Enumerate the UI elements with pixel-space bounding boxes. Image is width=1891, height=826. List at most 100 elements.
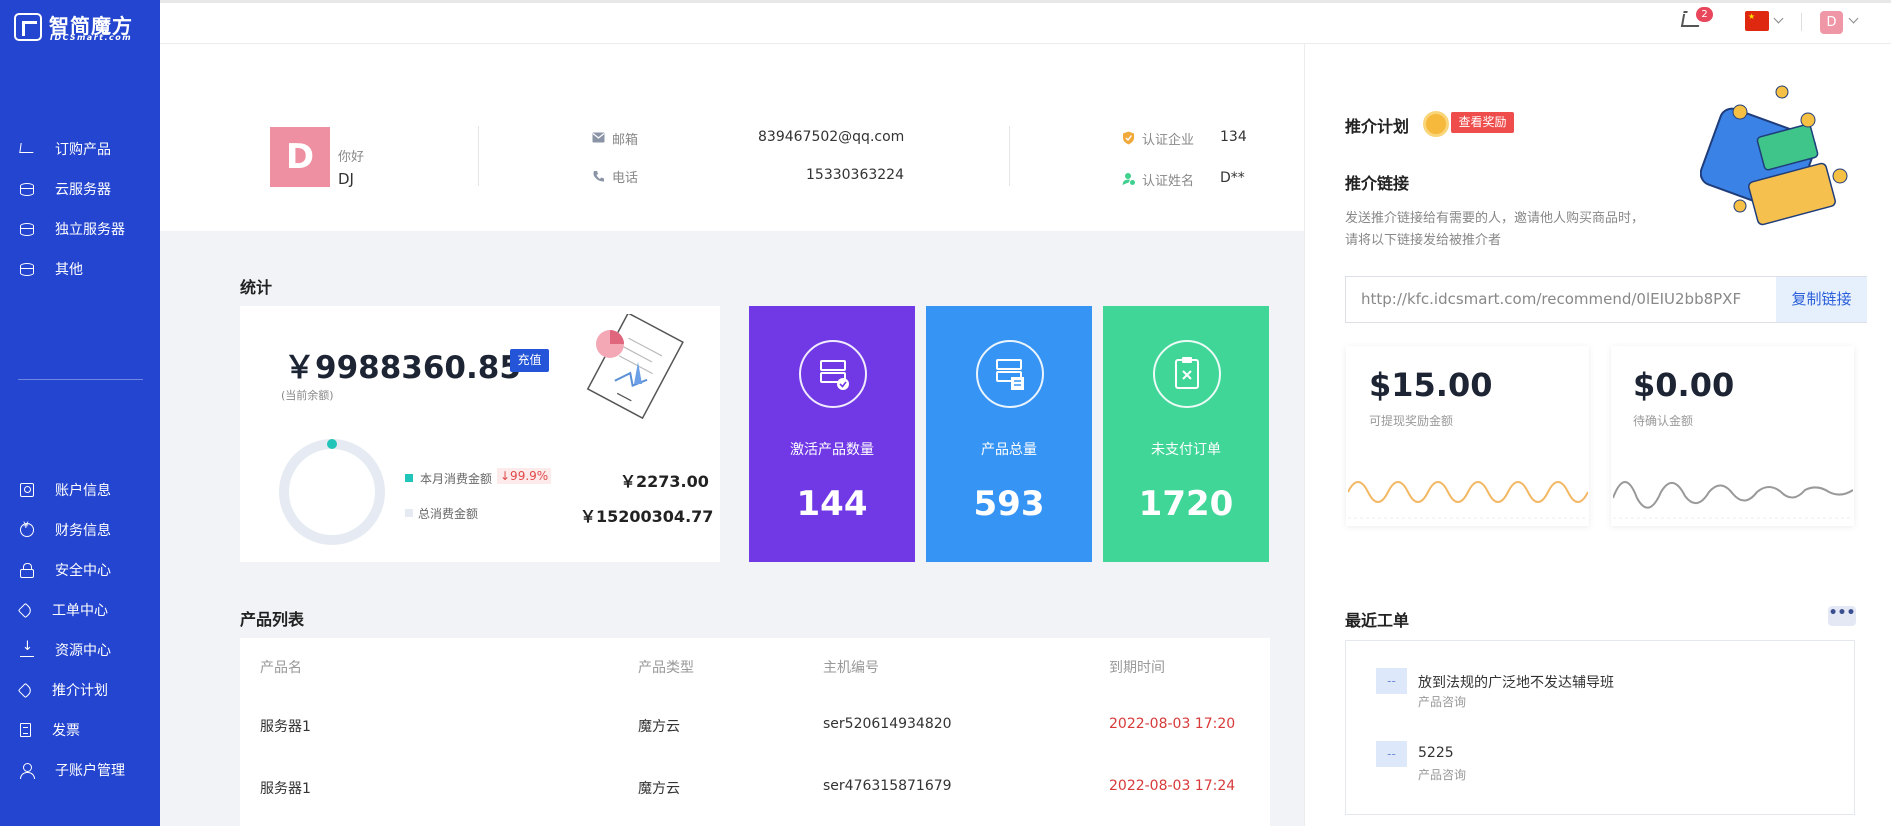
company-label: 认证企业 xyxy=(1142,133,1195,148)
sidebar-item-label: 其他 xyxy=(55,262,83,278)
sidebar-item-label: 账户信息 xyxy=(55,483,111,499)
ticket-status-badge: -- xyxy=(1376,668,1407,694)
referral-title: 推介计划 xyxy=(1345,117,1410,136)
table-cell: ser520614934820 xyxy=(823,716,952,732)
lock-icon xyxy=(20,562,34,578)
month-consumption-label: 本月消费金额 xyxy=(420,472,493,486)
sidebar-item-label: 推介计划 xyxy=(52,683,108,699)
sidebar-item-security[interactable]: 安全中心 xyxy=(0,555,160,585)
sidebar: 智简魔方 IDCSmart.com 订购产品 云服务器 独立服务器 其他 账户信… xyxy=(0,0,160,826)
ticket-type: 产品咨询 xyxy=(1418,768,1467,782)
sidebar-item-cloud-server[interactable]: 云服务器 xyxy=(0,174,160,204)
more-options-button[interactable]: ••• xyxy=(1828,606,1856,626)
tile-label: 激活产品数量 xyxy=(790,442,874,458)
sidebar-item-account[interactable]: 账户信息 xyxy=(0,475,160,505)
column-header: 产品名 xyxy=(260,660,302,676)
sidebar-item-label: 订购产品 xyxy=(55,142,111,158)
table-cell: 2022-08-03 17:20 xyxy=(1109,716,1236,732)
referral-link-title: 推介链接 xyxy=(1345,174,1410,193)
column-header: 主机编号 xyxy=(823,660,879,676)
person-icon xyxy=(20,763,35,779)
sidebar-item-label: 安全中心 xyxy=(55,563,111,579)
month-consumption-amount: ￥2273.00 xyxy=(620,472,709,491)
user-avatar[interactable]: D xyxy=(1820,11,1843,34)
coin-icon xyxy=(20,521,34,537)
copy-link-button[interactable]: 复制链接 xyxy=(1776,277,1867,322)
brand-sub: IDCSmart.com xyxy=(50,33,133,42)
email-label: 邮箱 xyxy=(612,133,639,148)
language-flag-icon[interactable] xyxy=(1745,11,1769,31)
table-cell: 服务器1 xyxy=(260,781,311,797)
sidebar-item-referral[interactable]: 推介计划 xyxy=(0,675,160,705)
realname-label: 认证姓名 xyxy=(1142,174,1195,189)
table-cell: 魔方云 xyxy=(638,719,680,735)
sidebar-item-tickets[interactable]: 工单中心 xyxy=(0,595,160,625)
sidebar-item-other[interactable]: 其他 xyxy=(0,254,160,284)
active-products-tile[interactable]: 激活产品数量 144 xyxy=(749,306,915,562)
top-bar xyxy=(160,0,1891,44)
ticket-status-badge: -- xyxy=(1376,741,1407,767)
ticket-title: 放到法规的广泛地不发达辅导班 xyxy=(1418,675,1614,691)
shield-icon xyxy=(1123,131,1134,145)
recent-tickets-title: 最近工单 xyxy=(1345,611,1410,630)
tile-label: 未支付订单 xyxy=(1151,442,1221,458)
tile-label: 产品总量 xyxy=(981,442,1037,458)
pending-amount: $0.00 xyxy=(1633,366,1735,404)
ticket-type: 产品咨询 xyxy=(1418,695,1467,709)
total-products-tile[interactable]: 产品总量 593 xyxy=(926,306,1092,562)
divider xyxy=(1009,126,1010,186)
sidebar-item-label: 云服务器 xyxy=(55,182,111,198)
greeting: 你好 xyxy=(338,150,365,165)
sidebar-item-finance[interactable]: 财务信息 xyxy=(0,515,160,545)
server-list-icon xyxy=(976,340,1044,408)
recharge-button[interactable]: 充值 xyxy=(510,349,549,372)
sidebar-item-order[interactable]: 订购产品 xyxy=(0,134,160,164)
sidebar-item-label: 财务信息 xyxy=(55,523,111,539)
sidebar-item-label: 子账户管理 xyxy=(55,763,125,779)
stats-title: 统计 xyxy=(240,278,273,297)
balance-label: (当前余额) xyxy=(281,389,334,402)
sidebar-item-resources[interactable]: 资源中心 xyxy=(0,635,160,665)
table-cell: 魔方云 xyxy=(638,781,680,797)
divider xyxy=(478,126,479,186)
mail-icon xyxy=(592,132,605,143)
sidebar-divider xyxy=(18,379,143,380)
database-icon xyxy=(20,262,34,276)
withdrawable-amount: $15.00 xyxy=(1369,366,1493,404)
sidebar-item-invoice[interactable]: 发票 xyxy=(0,715,160,745)
database-icon xyxy=(20,222,34,236)
legend-month-marker xyxy=(405,474,413,482)
medal-icon xyxy=(1423,111,1449,137)
phone-icon xyxy=(593,171,604,182)
sidebar-item-subaccount[interactable]: 子账户管理 xyxy=(0,755,160,785)
download-icon xyxy=(20,639,34,657)
avatar: D xyxy=(270,127,330,187)
cart-icon xyxy=(19,143,35,153)
withdrawable-sparkline xyxy=(1348,481,1588,519)
sidebar-item-dedicated-server[interactable]: 独立服务器 xyxy=(0,214,160,244)
pending-label: 待确认金额 xyxy=(1633,414,1694,428)
sidebar-item-label: 工单中心 xyxy=(52,603,108,619)
wallet-illustration-icon xyxy=(1700,85,1848,226)
topbar-divider xyxy=(1801,13,1802,31)
database-icon xyxy=(20,182,34,196)
total-consumption-label: 总消费金额 xyxy=(418,507,479,521)
referral-link-text: http://kfc.idcsmart.com/recommend/0lEIU2… xyxy=(1361,290,1742,308)
column-header: 产品类型 xyxy=(638,660,694,676)
sidebar-item-label: 资源中心 xyxy=(55,643,111,659)
unpaid-orders-tile[interactable]: 未支付订单 1720 xyxy=(1103,306,1269,562)
table-cell: 服务器1 xyxy=(260,719,311,735)
user-name: DJ xyxy=(338,170,354,188)
logo-icon xyxy=(14,13,42,41)
sidebar-item-label: 独立服务器 xyxy=(55,222,125,238)
document-icon xyxy=(20,723,31,737)
phone-label: 电话 xyxy=(612,171,639,186)
realname-value: D** xyxy=(1220,170,1245,186)
view-rewards-button[interactable]: 查看奖励 xyxy=(1451,112,1514,133)
column-header: 到期时间 xyxy=(1109,660,1165,676)
verified-user-icon xyxy=(1122,173,1136,186)
table-cell: ser476315871679 xyxy=(823,778,952,794)
cart-count-badge: 2 xyxy=(1696,7,1713,22)
ticket-title: 5225 xyxy=(1418,745,1454,761)
referral-desc-line1: 发送推介链接给有需要的人，邀请他人购买商品时， xyxy=(1345,211,1645,226)
